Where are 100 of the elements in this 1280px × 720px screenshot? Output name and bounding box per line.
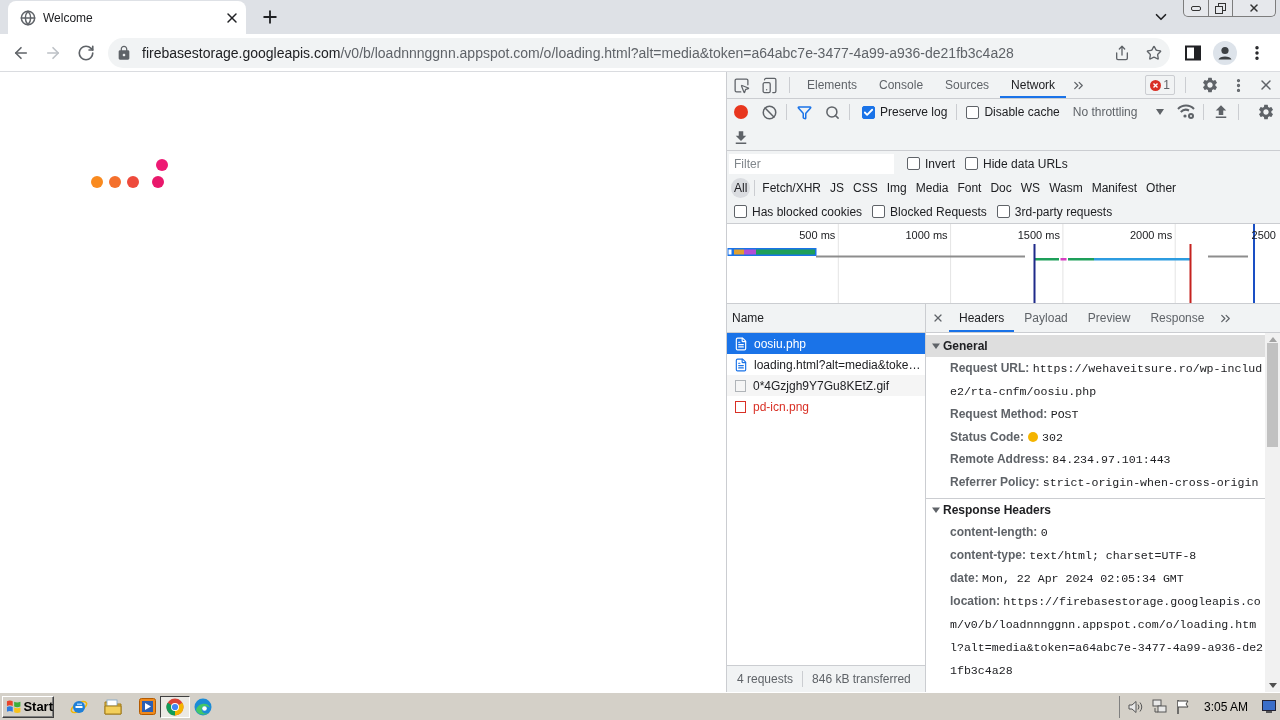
request-row[interactable]: 0*4Gzjgh9Y7Gu8KEtZ.gif <box>727 375 925 396</box>
type-filter-button[interactable]: WS <box>1016 178 1045 198</box>
side-panel-icon[interactable] <box>1185 44 1201 61</box>
profile-icon[interactable] <box>1213 40 1237 65</box>
type-filter-button[interactable]: Doc <box>986 178 1016 198</box>
new-tab-icon[interactable] <box>260 7 280 27</box>
panel-tab[interactable]: Console <box>868 72 935 98</box>
panel-tab[interactable]: Sources <box>934 72 1001 98</box>
globe-icon <box>20 9 36 26</box>
tick-label: 500 ms <box>799 229 836 241</box>
checkbox[interactable] <box>734 205 747 218</box>
wifi-gear-icon[interactable] <box>1177 104 1195 120</box>
reload-icon[interactable] <box>77 43 95 62</box>
folder-icon[interactable] <box>104 698 122 715</box>
blank-file-icon <box>735 379 746 392</box>
checkbox[interactable] <box>996 205 1010 218</box>
cursor-in-box-icon[interactable] <box>732 76 750 94</box>
volume-icon[interactable] <box>1127 699 1144 714</box>
header-field: Referrer Policy: strict-origin-when-cross-origin <box>926 471 1265 494</box>
type-filter-button[interactable]: Fetch/XHR <box>758 178 826 198</box>
settings-icon[interactable] <box>1257 103 1275 121</box>
checkbox[interactable] <box>907 157 920 170</box>
request-row[interactable]: oosiu.php <box>727 333 925 354</box>
type-filter-button[interactable]: JS <box>826 178 849 198</box>
scroll-down-icon[interactable] <box>1268 683 1277 688</box>
event-marker-line <box>1189 244 1192 303</box>
event-marker-line <box>1033 244 1036 303</box>
type-filter-button[interactable]: All <box>731 178 751 198</box>
error-count-badge[interactable]: 1 <box>1145 75 1175 95</box>
checkbox[interactable] <box>965 157 978 170</box>
type-filter-button[interactable]: Manifest <box>1087 178 1142 198</box>
address-bar[interactable]: firebasestorage.googleapis.com/v0/b/loadnnnggnn.appspot.com/o/loading.html?alt=media&token=a64abc7e-3477-4a99-a936-de21fb3c4a28 <box>108 37 1170 68</box>
caret-icon <box>1156 109 1164 115</box>
monitor-icon[interactable] <box>1262 700 1276 713</box>
four-colour-flag-icon <box>6 699 22 714</box>
checkbox-label: Preserve log <box>880 105 948 119</box>
type-filter-button[interactable]: Other <box>1142 178 1181 198</box>
header-field: Request URL: https://wehaveitsure.ro/wp-include2/rta-cnfm/oosiu.php <box>926 357 1265 403</box>
type-filter-button[interactable]: Img <box>882 178 911 198</box>
scrollbar-thumb[interactable] <box>1267 343 1278 447</box>
detail-tab[interactable]: Payload <box>1014 304 1078 332</box>
header-field: content-type: text/html; charset=UTF-8 <box>926 544 1265 567</box>
checkbox-label: Hide data URLs <box>983 156 1068 171</box>
close-icon[interactable] <box>932 312 944 324</box>
status-dot-icon <box>1028 432 1038 442</box>
detail-tab[interactable]: Headers <box>949 304 1015 332</box>
column-header: Name <box>732 311 764 325</box>
panel-tab[interactable]: Network <box>1000 72 1067 98</box>
section-header[interactable]: General <box>926 335 1265 357</box>
detail-tab[interactable]: Response <box>1140 304 1215 332</box>
header-field: content-length: 0 <box>926 521 1265 544</box>
url-text: firebasestorage.googleapis.com/v0/b/loadnnnggnn.appspot.com/o/loading.html?alt=media&token=a64abc7e-3477-4a99-a936-de21fb3c4a28 <box>142 44 1015 61</box>
restore-icon <box>1215 2 1226 14</box>
tick-label: 1500 ms <box>1017 229 1060 241</box>
play-icon[interactable] <box>138 698 156 715</box>
search-icon[interactable] <box>824 104 840 120</box>
header-field: location: https://firebasestorage.googleapis.com/v0/b/loadnnnggnn.appspot.com/o/loading.html?alt=media&token=a64abc7e-3477-4a99-a936-de21fb3c4a28 <box>926 590 1265 682</box>
devices-icon[interactable] <box>760 76 778 94</box>
minimize-button[interactable] <box>1183 0 1209 17</box>
taskbar-button[interactable] <box>160 695 190 718</box>
circle-logo-icon[interactable] <box>166 697 184 716</box>
network-icon[interactable] <box>1151 698 1168 715</box>
document-icon <box>734 336 748 351</box>
flag-icon[interactable] <box>1175 698 1190 715</box>
close-icon[interactable] <box>1258 77 1274 93</box>
checkbox[interactable] <box>862 105 875 119</box>
disclosure-triangle-icon <box>932 342 940 350</box>
close-icon <box>1248 2 1260 14</box>
share-icon[interactable] <box>1114 44 1130 61</box>
throttling-select[interactable]: No throttling <box>1069 105 1167 119</box>
status-text: 846 kB transferred <box>812 672 911 686</box>
checkbox-label: Blocked Requests <box>890 204 987 219</box>
bookmark-star-icon[interactable] <box>1146 44 1162 61</box>
type-filter-button[interactable]: Wasm <box>1045 178 1087 198</box>
header-field: Request Method: POST <box>926 403 1265 426</box>
type-filter-button[interactable]: Media <box>911 178 953 198</box>
wave-logo-icon[interactable] <box>194 697 212 716</box>
filter-field[interactable]: Filter <box>729 153 894 174</box>
panel-tab[interactable]: Elements <box>796 72 869 98</box>
restore-button[interactable] <box>1209 0 1233 17</box>
filter-icon[interactable] <box>796 104 812 120</box>
checkmark-icon <box>863 106 874 118</box>
start-button[interactable]: Start <box>2 695 54 718</box>
slashed-circle-icon[interactable] <box>761 104 777 120</box>
browser-tab[interactable]: Welcome <box>8 1 246 34</box>
section-header[interactable]: Response Headers <box>926 499 1265 521</box>
error-count: 1 <box>1163 78 1170 92</box>
checkbox[interactable] <box>872 205 886 218</box>
document-icon <box>734 357 748 372</box>
header-name: Status Code: <box>950 430 1024 444</box>
settings-icon[interactable] <box>1201 76 1219 94</box>
detail-tab[interactable]: Preview <box>1077 304 1141 332</box>
type-filter-button[interactable]: Font <box>953 178 986 198</box>
header-field: date: Mon, 22 Apr 2024 02:05:34 GMT <box>926 567 1265 590</box>
record-icon[interactable] <box>734 105 748 119</box>
checkbox-label: Disable cache <box>984 105 1060 119</box>
checkbox[interactable] <box>966 105 980 119</box>
status-text: 4 requests <box>737 672 794 686</box>
header-field: Remote Address: 84.234.97.101:443 <box>926 448 1265 471</box>
type-filter-button[interactable]: CSS <box>849 178 882 198</box>
